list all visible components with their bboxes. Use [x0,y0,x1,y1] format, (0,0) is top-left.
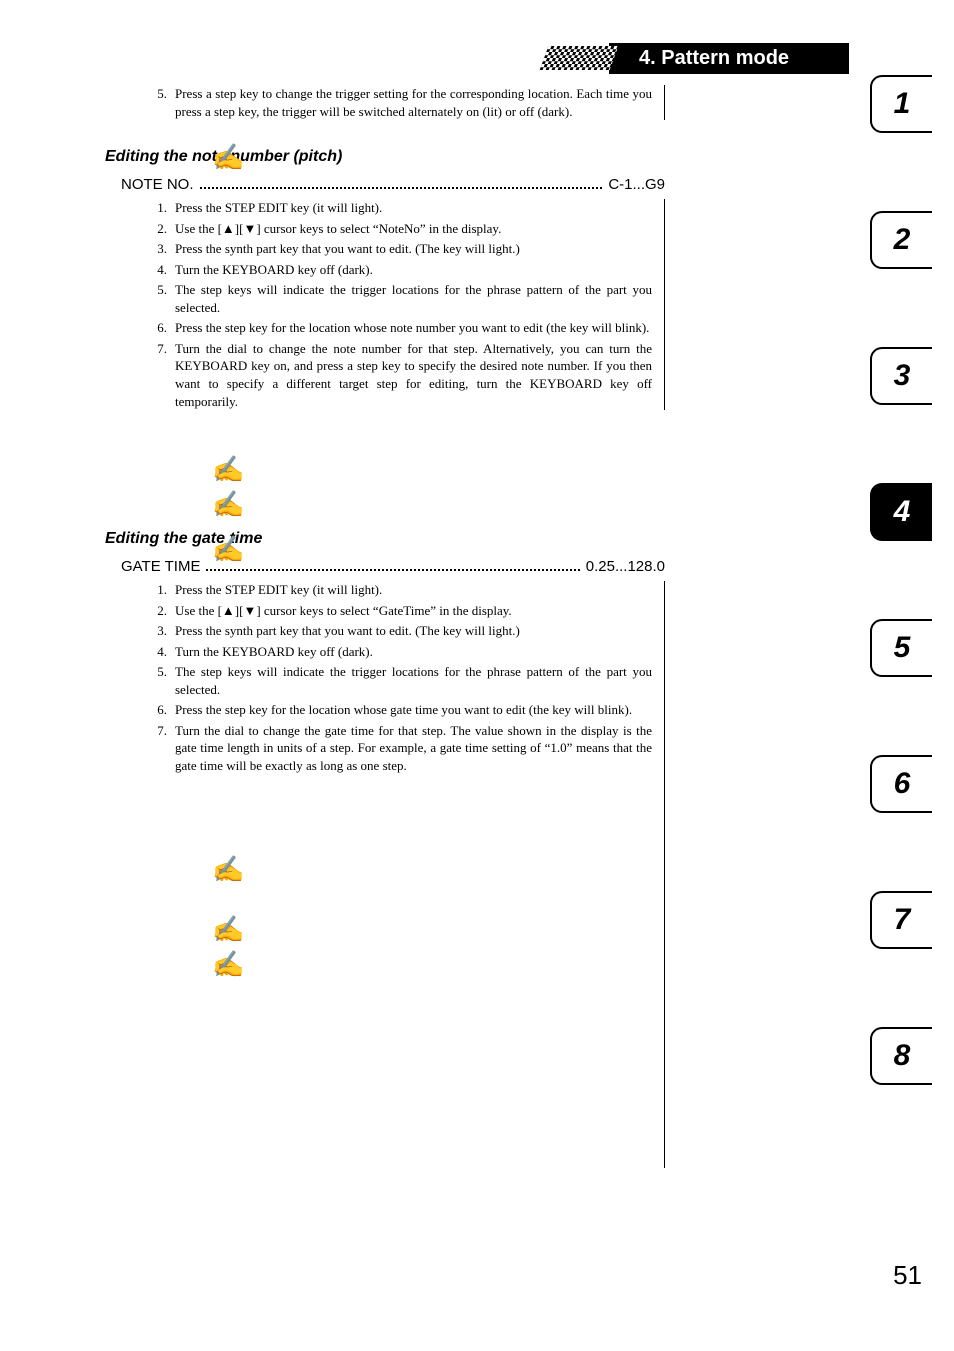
step-number: 4. [155,261,175,279]
page-number: 51 [893,1260,922,1291]
step-text: Turn the KEYBOARD key off (dark). [175,261,652,279]
main-content: 5. Press a step key to change the trigge… [105,85,665,1168]
tab-4[interactable]: 4 [870,483,932,541]
note-hand-icon: ✍ [212,855,244,885]
step-number: 7. [155,340,175,410]
note-hand-icon: ✍ [212,490,244,520]
step-number: 4. [155,643,175,661]
step-text: The step keys will indicate the trigger … [175,281,652,316]
list-item: 2.Use the [▲][▼] cursor keys to select “… [155,220,652,238]
tab-1[interactable]: 1 [870,75,932,133]
param-value: 0.25...128.0 [586,558,665,575]
list-item: 5.The step keys will indicate the trigge… [155,663,652,698]
param-label: NOTE NO. [121,176,194,193]
step-number: 3. [155,240,175,258]
step-number: 7. [155,722,175,775]
note-step-list: 1.Press the STEP EDIT key (it will light… [105,199,652,410]
step-text: Press the synth part key that you want t… [175,622,652,640]
list-item: 5.The step keys will indicate the trigge… [155,281,652,316]
chapter-title: 4. Pattern mode [609,43,849,74]
step-text: Use the [▲][▼] cursor keys to select “No… [175,220,652,238]
list-item: 3.Press the synth part key that you want… [155,622,652,640]
parameter-line: NOTE NO. C-1...G9 [113,176,665,193]
list-item: 5. Press a step key to change the trigge… [155,85,652,120]
gate-step-list: 1.Press the STEP EDIT key (it will light… [105,581,652,774]
list-item: 4.Turn the KEYBOARD key off (dark). [155,643,652,661]
section-heading-gate-time: Editing the gate time [105,530,665,548]
step-text: The step keys will indicate the trigger … [175,663,652,698]
step-number: 3. [155,622,175,640]
tab-6[interactable]: 6 [870,755,932,813]
list-item: 6.Press the step key for the location wh… [155,701,652,719]
tab-2[interactable]: 2 [870,211,932,269]
tab-3[interactable]: 3 [870,347,932,405]
list-item: 1.Press the STEP EDIT key (it will light… [155,581,652,599]
side-tab-index: 1 2 3 4 5 6 7 8 [870,75,932,1085]
step-text: Press the STEP EDIT key (it will light). [175,581,652,599]
step-text: Press the STEP EDIT key (it will light). [175,199,652,217]
tab-7[interactable]: 7 [870,891,932,949]
param-value: C-1...G9 [608,176,665,193]
step-text: Use the [▲][▼] cursor keys to select “Ga… [175,602,652,620]
step-text: Press the step key for the location whos… [175,701,652,719]
leader-dots [206,569,579,571]
step-number: 2. [155,220,175,238]
step-number: 5. [155,281,175,316]
tab-5[interactable]: 5 [870,619,932,677]
list-item: 1.Press the STEP EDIT key (it will light… [155,199,652,217]
list-item: 6.Press the step key for the location wh… [155,319,652,337]
step-number: 6. [155,701,175,719]
step-number: 6. [155,319,175,337]
step-text: Turn the dial to change the note number … [175,340,652,410]
chapter-header: 4. Pattern mode [544,42,849,74]
step-text: Turn the dial to change the gate time fo… [175,722,652,775]
list-item: 4.Turn the KEYBOARD key off (dark). [155,261,652,279]
note-hand-icon: ✍ [212,535,244,565]
decorative-checker [540,46,619,70]
note-hand-icon: ✍ [212,455,244,485]
list-item: 7.Turn the dial to change the note numbe… [155,340,652,410]
list-item: 3.Press the synth part key that you want… [155,240,652,258]
step-text: Turn the KEYBOARD key off (dark). [175,643,652,661]
section-heading-note-number: Editing the note number (pitch) [105,148,665,166]
leader-dots [200,187,603,189]
step-number: 5. [155,663,175,698]
step-number: 2. [155,602,175,620]
step-number: 1. [155,581,175,599]
note-hand-icon: ✍ [212,915,244,945]
step-text: Press a step key to change the trigger s… [175,85,652,120]
intro-step-list: 5. Press a step key to change the trigge… [105,85,652,120]
tab-8[interactable]: 8 [870,1027,932,1085]
step-text: Press the synth part key that you want t… [175,240,652,258]
list-item: 7.Turn the dial to change the gate time … [155,722,652,775]
step-number: 1. [155,199,175,217]
step-text: Press the step key for the location whos… [175,319,652,337]
note-hand-icon: ✍ [212,950,244,980]
step-number: 5. [155,85,175,120]
param-label: GATE TIME [121,558,200,575]
list-item: 2.Use the [▲][▼] cursor keys to select “… [155,602,652,620]
note-hand-icon: ✍ [212,143,244,173]
parameter-line: GATE TIME 0.25...128.0 [113,558,665,575]
